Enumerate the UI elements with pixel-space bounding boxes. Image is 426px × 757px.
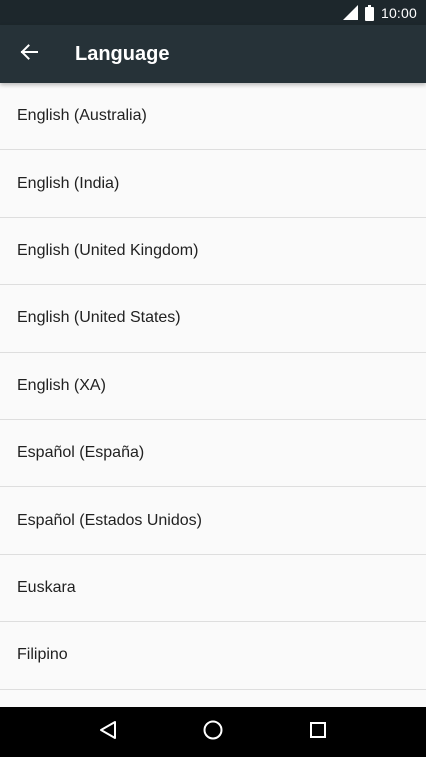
language-list[interactable]: English (Australia) English (India) Engl… [0, 83, 426, 707]
language-item[interactable]: English (India) [0, 150, 426, 218]
nav-back-button[interactable] [83, 707, 133, 757]
language-label: Español (España) [17, 444, 145, 462]
page-title: Language [75, 42, 170, 65]
language-item[interactable]: English (United Kingdom) [0, 217, 426, 286]
status-time: 10:00 [380, 4, 417, 21]
language-label: English (United States) [17, 309, 181, 327]
language-item[interactable]: English (Australia) [0, 83, 426, 151]
home-circle-icon [202, 719, 224, 746]
language-item[interactable]: Español (España) [0, 419, 426, 488]
status-bar: 10:00 [0, 0, 426, 25]
nav-home-button[interactable] [188, 707, 238, 757]
language-item[interactable]: English (XA) [0, 352, 426, 420]
language-item[interactable]: Euskara [0, 554, 426, 623]
language-label: English (Australia) [17, 107, 147, 125]
app-bar: Language [0, 25, 426, 83]
language-item[interactable] [0, 689, 426, 707]
battery-icon [364, 4, 374, 21]
language-item[interactable]: Filipino [0, 622, 426, 690]
recents-square-icon [309, 721, 327, 744]
back-triangle-icon [99, 720, 117, 745]
language-label: Filipino [17, 646, 68, 664]
language-label: English (India) [17, 174, 120, 192]
signal-icon [342, 5, 358, 20]
language-label: Euskara [17, 578, 76, 596]
arrow-left-icon [20, 43, 38, 66]
language-label: Español (Estados Unidos) [17, 511, 202, 529]
nav-recents-button[interactable] [293, 707, 343, 757]
back-button[interactable] [0, 25, 58, 83]
language-label: English (XA) [17, 376, 106, 394]
screen: 10:00 Language English (Australia) Engli… [0, 0, 426, 757]
language-label: English (United Kingdom) [17, 241, 199, 259]
language-item[interactable]: English (United States) [0, 285, 426, 353]
navigation-bar [0, 707, 426, 757]
language-item[interactable]: Español (Estados Unidos) [0, 487, 426, 555]
